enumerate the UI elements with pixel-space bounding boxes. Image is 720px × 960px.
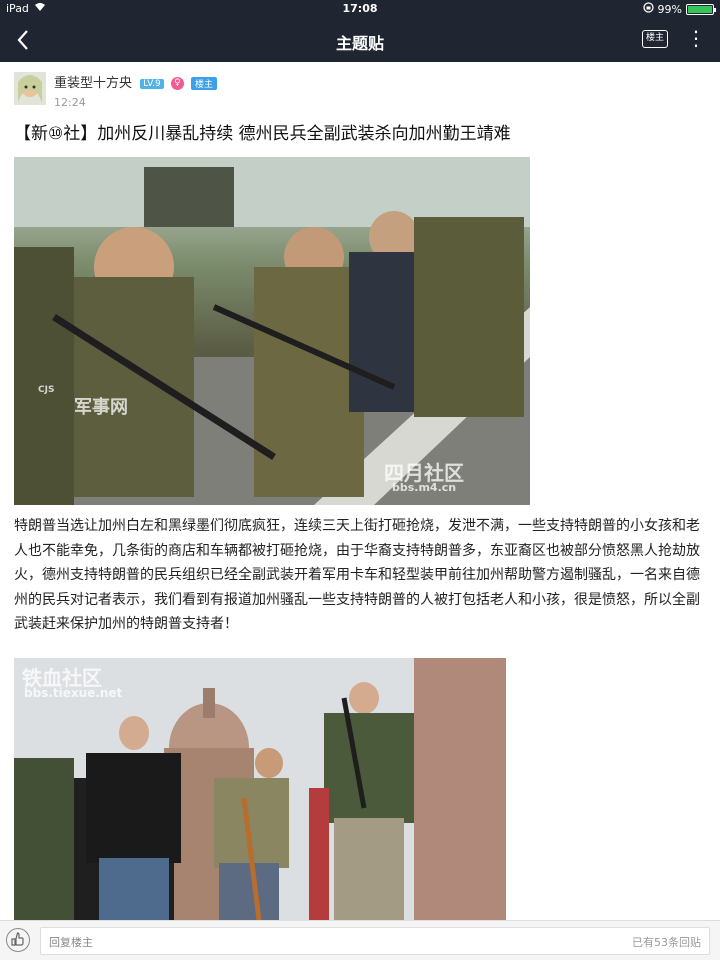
watermark-text: CJS <box>38 385 55 395</box>
level-badge: LV.9 <box>140 78 164 89</box>
battery-icon <box>686 3 716 15</box>
author-name[interactable]: 重装型十方央 <box>54 76 132 91</box>
reply-placeholder: 回复楼主 <box>49 936 93 949</box>
op-badge: 楼主 <box>191 77 218 90</box>
status-bar: iPad 17:08 99% <box>0 0 720 18</box>
post-title: 【新⑩社】加州反川暴乱持续 德州民兵全副武装杀向加州勤王靖难 <box>14 124 511 144</box>
post-header: 重装型十方央 LV.9 ♀ 楼主 12:24 <box>14 72 704 110</box>
status-time: 17:08 <box>342 2 378 15</box>
op-only-button[interactable]: 楼主 <box>642 30 668 48</box>
watermark-text: bbs.tiexue.net <box>24 686 123 700</box>
female-icon: ♀ <box>170 77 184 90</box>
post-time: 12:24 <box>54 96 86 109</box>
militia-photo-1 <box>14 157 530 505</box>
post-image-2[interactable]: 铁血社区 bbs.tiexue.net <box>14 658 506 920</box>
author-line: 重装型十方央 LV.9 ♀ 楼主 <box>54 72 218 91</box>
reply-input[interactable]: 回复楼主 已有53条回贴 <box>40 927 710 955</box>
nav-bar: 主题贴 楼主 ⋮ <box>0 18 720 62</box>
thumbs-up-icon <box>11 932 24 946</box>
reply-count: 已有53条回贴 <box>632 936 701 949</box>
like-button[interactable] <box>6 928 30 952</box>
watermark-text: 军事网 <box>74 397 128 418</box>
watermark-text: bbs.m4.cn <box>392 481 457 494</box>
more-vertical-icon: ⋮ <box>686 26 706 50</box>
more-menu-button[interactable]: ⋮ <box>686 28 706 52</box>
orientation-lock-icon <box>642 2 654 16</box>
post-image-1[interactable]: 四月社区 bbs.m4.cn 军事网 CJS <box>14 157 530 505</box>
avatar[interactable] <box>14 72 46 105</box>
reply-bar: 回复楼主 已有53条回贴 <box>0 920 720 960</box>
page-title: 主题贴 <box>335 34 384 53</box>
battery-percent: 99% <box>657 2 682 16</box>
post-body: 特朗普当选让加州白左和黑绿墨们彻底疯狂，连续三天上街打砸抢烧，发泄不满，一些支持… <box>14 518 700 632</box>
